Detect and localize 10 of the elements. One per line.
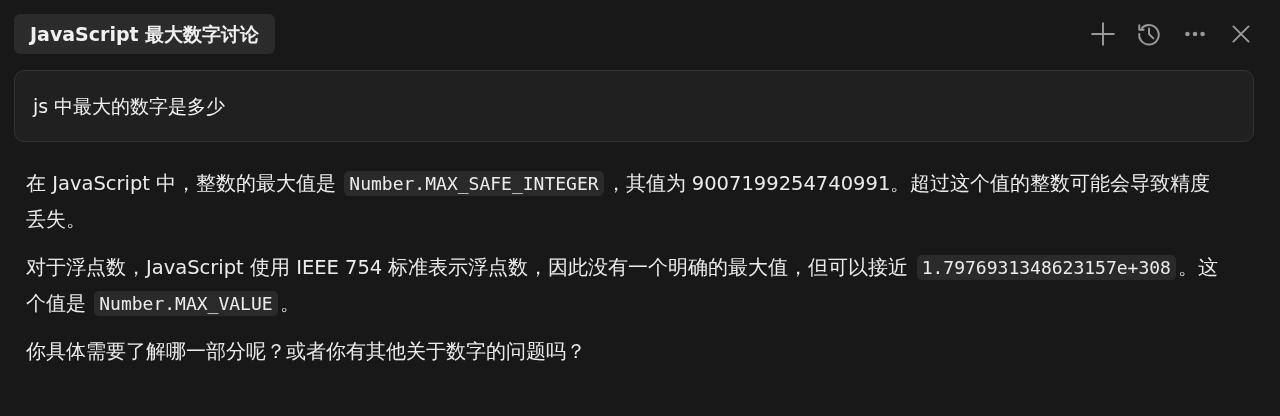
answer-paragraph: 对于浮点数，JavaScript 使用 IEEE 754 标准表示浮点数，因此没有一个明确的最大值，但可以接近 1.7976931348623157e+308 。这个值是 Number.MAX_VALUE 。 — [26, 254, 1219, 318]
answer-paragraph: 你具体需要了解哪一部分呢？或者你有其他关于数字的问题吗？ — [26, 339, 587, 365]
add-icon[interactable] — [1090, 21, 1116, 47]
inline-code: Number.MAX_VALUE — [94, 291, 278, 316]
history-icon[interactable] — [1136, 21, 1162, 47]
answer-paragraph: 在 JavaScript 中，整数的最大值是 Number.MAX_SAFE_INTEGER ，其值为 9007199254740991。超过这个值的整数可能会导致精度丢失。 — [26, 170, 1212, 233]
inline-code: Number.MAX_SAFE_INTEGER — [344, 171, 604, 196]
inline-code: 1.7976931348623157e+308 — [916, 255, 1176, 280]
question-bubble: js 中最大的数字是多少 — [14, 70, 1254, 142]
conversation-title: JavaScript 最大数字讨论 — [14, 14, 276, 54]
